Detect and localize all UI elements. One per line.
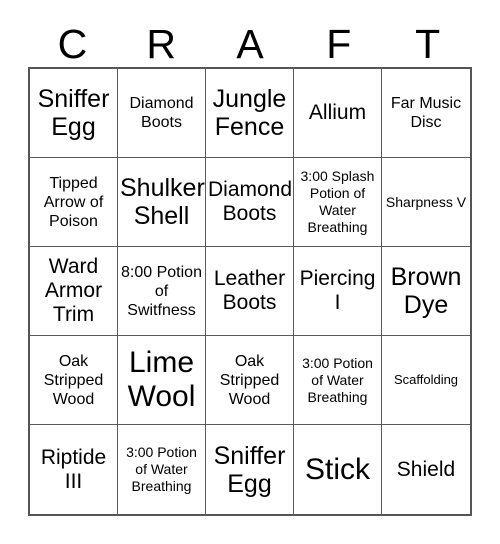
bingo-cell-label: Tipped Arrow of Poison	[43, 174, 104, 230]
bingo-cell[interactable]: Allium	[294, 69, 382, 158]
bingo-cell-label: Sharpness V	[385, 193, 467, 210]
header-letter-5: T	[415, 21, 441, 67]
bingo-cell-label: Oak Stripped Wood	[43, 352, 104, 408]
bingo-cell[interactable]: Lime Wool	[118, 336, 206, 425]
bingo-cell[interactable]: Oak Stripped Wood	[30, 336, 118, 425]
bingo-cell[interactable]: Piercing I	[294, 247, 382, 336]
bingo-cell[interactable]: Leather Boots	[206, 247, 294, 336]
bingo-grid: Sniffer Egg Diamond Boots Jungle Fence A…	[28, 67, 472, 516]
bingo-cell[interactable]: Sniffer Egg	[30, 69, 118, 158]
bingo-cell-label: Sniffer Egg	[213, 441, 286, 498]
bingo-cell-label: 3:00 Potion of Water Breathing	[126, 444, 197, 494]
bingo-cell-label: Allium	[308, 101, 367, 124]
bingo-cell-label: Ward Armor Trim	[44, 255, 103, 326]
bingo-cell-label: Diamond Boots	[208, 178, 293, 225]
bingo-cell-label: Oak Stripped Wood	[219, 352, 280, 408]
bingo-cell-label: Lime Wool	[127, 346, 196, 413]
bingo-cell[interactable]: Ward Armor Trim	[30, 247, 118, 336]
bingo-cell-label: Piercing I	[299, 267, 376, 314]
header-letter-1: C	[57, 21, 88, 67]
bingo-cell-label: Stick	[304, 452, 370, 486]
bingo-card: C R A F T Sniffer Egg Diamond Boots Jung…	[0, 0, 500, 544]
bingo-cell-label: 3:00 Splash Potion of Water Breathing	[300, 168, 375, 235]
bingo-cell[interactable]: Oak Stripped Wood	[206, 336, 294, 425]
bingo-cell-label: Diamond Boots	[129, 95, 194, 131]
bingo-cell-label: Sniffer Egg	[37, 85, 110, 141]
bingo-cell-label: Jungle Fence	[212, 85, 287, 141]
bingo-cell[interactable]: Shulker Shell	[118, 158, 206, 247]
bingo-cell-label: 3:00 Potion of Water Breathing	[302, 354, 373, 405]
bingo-cell[interactable]: 8:00 Potion of Switfness	[118, 247, 206, 336]
bingo-cell[interactable]: Jungle Fence	[206, 69, 294, 158]
bingo-cell-label: Scaffolding	[393, 372, 459, 387]
bingo-cell-label: Shulker Shell	[120, 174, 205, 230]
bingo-cell[interactable]: Diamond Boots	[118, 69, 206, 158]
bingo-cell[interactable]: Diamond Boots	[206, 158, 294, 247]
bingo-cell[interactable]: 3:00 Potion of Water Breathing	[118, 425, 206, 514]
header-letter-4: F	[326, 21, 352, 67]
bingo-cell[interactable]: Riptide III	[30, 425, 118, 514]
bingo-cell[interactable]: Scaffolding	[382, 336, 470, 425]
bingo-cell[interactable]: Brown Dye	[382, 247, 470, 336]
bingo-cell[interactable]: Shield	[382, 425, 470, 514]
bingo-cell[interactable]: 3:00 Splash Potion of Water Breathing	[294, 158, 382, 247]
bingo-cell[interactable]: Tipped Arrow of Poison	[30, 158, 118, 247]
bingo-cell-label: Riptide III	[40, 445, 107, 493]
bingo-cell[interactable]: Sharpness V	[382, 158, 470, 247]
header-letter-3: A	[236, 21, 264, 67]
header-letter-2: R	[146, 21, 176, 67]
bingo-cell[interactable]: Sniffer Egg	[206, 425, 294, 514]
bingo-cell-label: Shield	[396, 457, 456, 481]
bingo-cell-label: Leather Boots	[213, 267, 286, 314]
bingo-cell[interactable]: Stick	[294, 425, 382, 514]
bingo-header-row: C R A F T	[28, 18, 472, 67]
bingo-cell-label: Brown Dye	[390, 263, 462, 319]
bingo-cell-label: Far Music Disc	[390, 95, 462, 131]
bingo-cell-label: 8:00 Potion of Switfness	[121, 263, 202, 319]
bingo-cell[interactable]: 3:00 Potion of Water Breathing	[294, 336, 382, 425]
bingo-cell[interactable]: Far Music Disc	[382, 69, 470, 158]
